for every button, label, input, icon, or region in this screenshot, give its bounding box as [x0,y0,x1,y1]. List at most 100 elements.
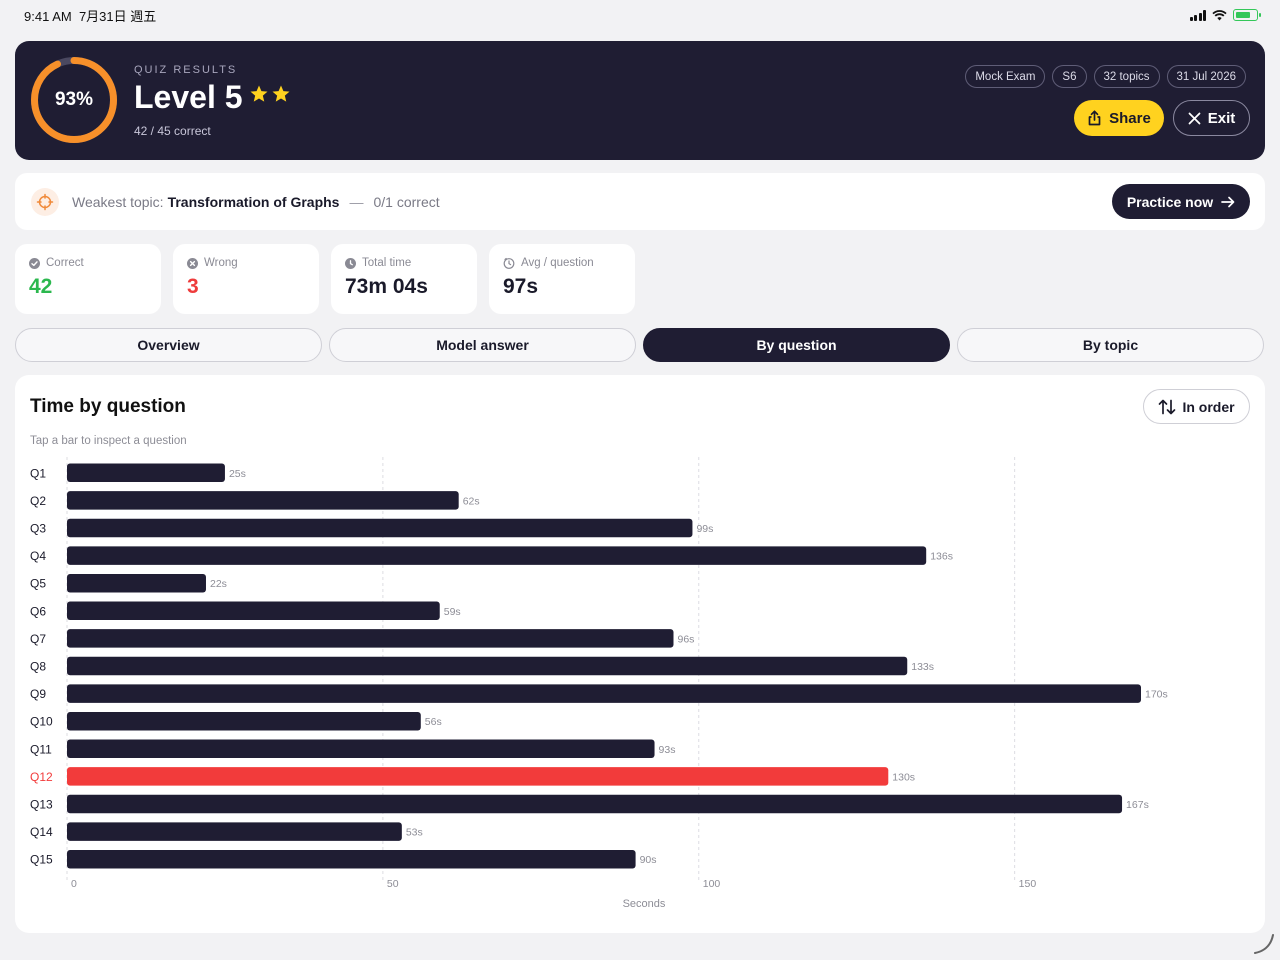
weakest-score: 0/1 correct [373,193,440,210]
sort-order-button[interactable]: In order [1143,389,1250,424]
stat-value-wrong: 3 [187,275,199,298]
stat-label-total-time: Total time [362,257,412,269]
question-label: Q13 [30,798,53,812]
share-button[interactable]: Share [1074,100,1164,136]
tab-by-topic[interactable]: By topic [957,328,1264,362]
exit-label: Exit [1207,109,1236,127]
bar-value-label: 56s [425,716,442,728]
bar-value-label: 96s [677,633,694,645]
exit-button[interactable]: Exit [1173,100,1250,136]
tab-overview[interactable]: Overview [15,328,322,362]
weakest-separator: — [349,193,364,210]
battery-icon [1233,9,1261,21]
x-axis-label: Seconds [623,898,666,910]
level-heading: Level 5 [134,79,291,116]
bar-value-label: 130s [892,771,915,783]
bar-q13[interactable] [67,794,1123,814]
results-eyebrow: QUIZ RESULTS [134,64,238,76]
bar-q7[interactable] [67,629,674,648]
exam-meta-chips: Mock Exam S6 32 topics 31 Jul 2026 [965,65,1246,88]
level-stars [249,84,291,104]
stat-cards: Correct 42 Wrong 3 Total time 73m 04s Av… [15,244,635,314]
x-circle-icon [187,257,198,269]
results-tabs: Overview Model answer By question By top… [15,328,1264,362]
bar-value-label: 167s [1126,799,1149,811]
bar-q10[interactable] [67,711,421,731]
clock-date: 7月31日 週五 [78,8,157,24]
bar-q3[interactable] [67,518,693,538]
timer-icon [503,257,515,269]
bar-value-label: 22s [210,578,227,590]
bar-q15[interactable] [67,849,636,869]
star-icon [272,85,290,102]
status-bar: 9:41 AM 7月31日 週五 [0,0,1280,30]
question-label: Q2 [30,494,46,508]
stat-value-total-time: 73m 04s [345,275,428,298]
bar-q8[interactable] [67,656,908,676]
x-tick-label: 100 [703,878,721,890]
target-icon [31,187,59,216]
bar-q11[interactable] [67,739,655,759]
stat-value-avg-question: 97s [503,275,539,298]
question-label: Q7 [30,632,46,646]
stat-value-correct: 42 [29,275,53,298]
chip-topics: 32 topics [1093,65,1160,88]
bar-value-label: 59s [444,606,461,618]
bar-q9[interactable] [67,684,1141,703]
clock-time: 9:41 AM [24,8,72,24]
bar-q12[interactable] [67,767,889,786]
bar-value-label: 90s [640,854,657,866]
share-icon [1088,110,1101,126]
question-label: Q8 [30,660,46,674]
results-header: 93% QUIZ RESULTS Level 5 42 / 45 correct… [15,41,1265,160]
arrow-right-icon [1221,196,1235,207]
question-label: Q9 [30,687,46,701]
bar-q14[interactable] [67,822,402,841]
x-tick-label: 150 [1019,878,1037,890]
tab-model-answer[interactable]: Model answer [329,328,636,362]
bar-value-label: 25s [229,468,246,480]
stat-card-total-time: Total time 73m 04s [331,244,477,314]
weakest-prefix: Weakest topic: [72,193,164,210]
question-label: Q10 [30,715,53,729]
chip-date: 31 Jul 2026 [1166,65,1246,88]
question-label: Q3 [30,522,46,536]
question-label: Q12 [30,770,53,784]
bar-value-label: 170s [1145,689,1168,701]
bar-value-label: 93s [659,744,676,756]
stat-card-avg-question: Avg / question 97s [489,244,635,314]
time-by-question-chart: 0 50 100 150 Q1 25s Q2 62s Q3 99s Q4 136s Q5 22s Q6 59s… [30,457,1168,910]
stat-card-wrong: Wrong 3 [173,244,319,314]
question-label: Q11 [30,742,52,756]
time-by-question-panel: 0 50 100 150 Q1 25s Q2 62s Q3 99s Q4 136s Q5 22s Q6 59s… [15,375,1265,933]
level-title: Level 5 [134,79,243,115]
bar-value-label: 62s [463,495,480,507]
wifi-icon [1212,9,1227,20]
question-label: Q4 [30,549,46,563]
question-label: Q1 [30,466,46,480]
weakest-topic-banner: Weakest topic: Transformation of Graphs … [15,173,1265,230]
bar-q6[interactable] [67,601,440,621]
status-icons [1189,9,1261,21]
weakest-topic-name: Transformation of Graphs [167,193,340,210]
bar-q2[interactable] [67,491,459,510]
sort-order-label: In order [1182,398,1235,415]
correct-summary: 42 / 45 correct [134,124,211,138]
chip-exam-type: Mock Exam [965,65,1046,88]
bar-value-label: 136s [930,551,953,563]
question-label: Q14 [30,825,53,839]
question-label: Q15 [30,853,53,867]
chip-grade: S6 [1052,65,1087,88]
resize-handle-icon[interactable] [1253,933,1275,955]
star-icon [250,85,268,102]
bar-q4[interactable] [67,546,927,565]
tab-by-question[interactable]: By question [643,328,950,362]
bar-q5[interactable] [67,573,206,593]
close-icon [1188,112,1201,124]
stat-label-correct: Correct [46,257,84,269]
status-time: 9:41 AM 7月31日 週五 [24,6,156,25]
share-label: Share [1109,109,1151,127]
stat-label-wrong: Wrong [204,257,238,269]
practice-now-button[interactable]: Practice now [1112,184,1250,219]
bar-q1[interactable] [67,463,225,483]
